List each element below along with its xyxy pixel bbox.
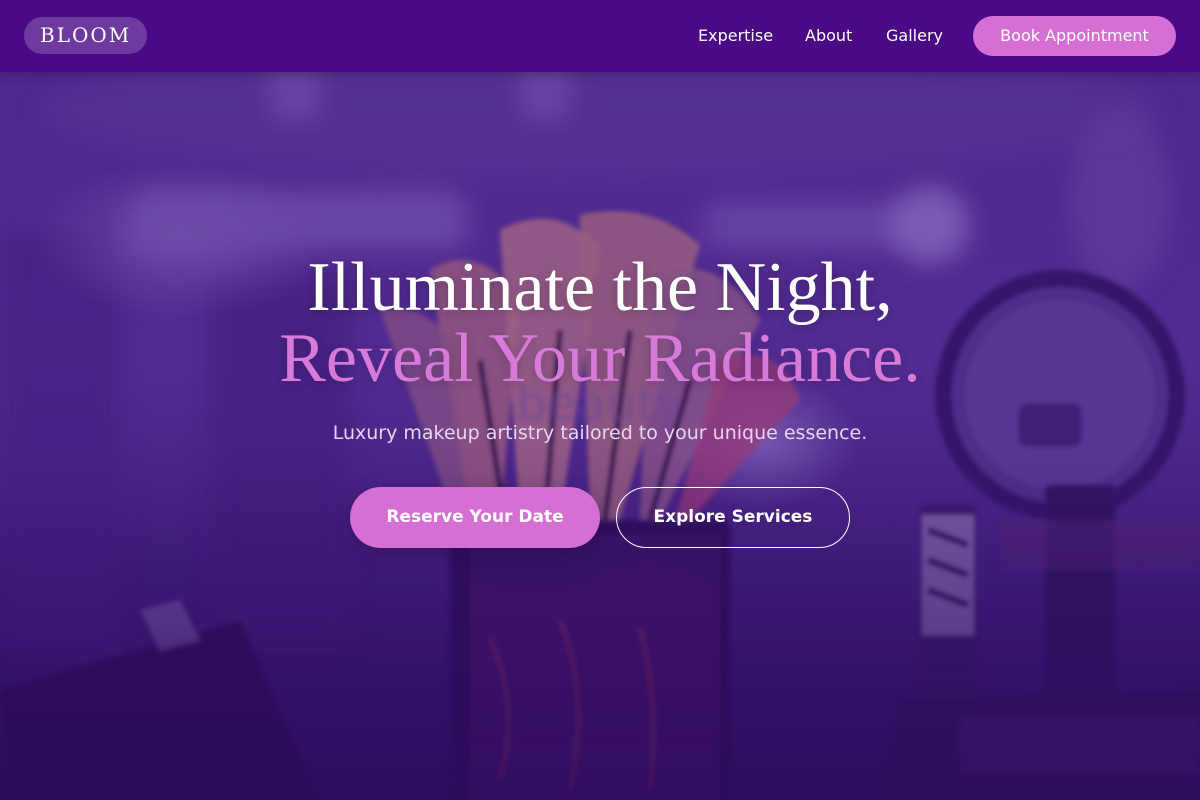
hero-subtitle: Luxury makeup artistry tailored to your … <box>332 422 868 444</box>
book-appointment-button[interactable]: Book Appointment <box>973 16 1176 56</box>
nav-link-expertise[interactable]: Expertise <box>698 0 773 72</box>
top-navigation-bar: BLOOM Expertise About Gallery Book Appoi… <box>0 0 1200 72</box>
hero-section: Illuminate the Night, Reveal Your Radian… <box>0 0 1200 800</box>
brand-logo[interactable]: BLOOM <box>24 17 148 54</box>
explore-services-button[interactable]: Explore Services <box>616 487 850 548</box>
reserve-date-button[interactable]: Reserve Your Date <box>350 487 600 548</box>
nav-link-about[interactable]: About <box>805 0 852 72</box>
nav-link-gallery[interactable]: Gallery <box>886 0 943 72</box>
hero-title-line-2: Reveal Your Radiance. <box>279 320 921 397</box>
hero-title-line-1: Illuminate the Night, <box>307 249 893 326</box>
